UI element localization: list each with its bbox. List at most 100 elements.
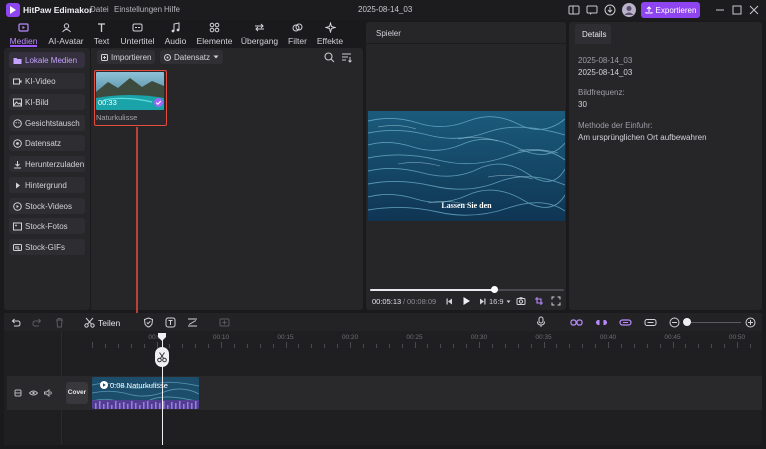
- download-icon[interactable]: [604, 4, 616, 16]
- close-icon[interactable]: [748, 4, 760, 16]
- tab-media[interactable]: Medien: [10, 22, 37, 46]
- ruler-tick: [324, 344, 326, 348]
- fullscreen-icon[interactable]: [551, 296, 561, 306]
- minimize-icon[interactable]: [714, 4, 726, 16]
- maximize-icon[interactable]: [731, 4, 743, 16]
- timeline-clip[interactable]: 0:08 Naturkulisse: [92, 377, 199, 409]
- sidebar-item-local-media[interactable]: Lokale Medien: [9, 52, 85, 68]
- snap-icon[interactable]: [619, 317, 632, 328]
- crop-icon[interactable]: [534, 296, 544, 306]
- split-button[interactable]: Teilen: [84, 317, 120, 328]
- sidebar-item-stock-photos[interactable]: Stock-Fotos: [9, 218, 85, 234]
- sidebar-item-stock-gifs[interactable]: Stock-GIFs: [9, 239, 85, 255]
- player-divider: [366, 43, 566, 44]
- photo-icon: [13, 222, 22, 230]
- export-button[interactable]: Exportieren: [641, 2, 700, 18]
- sidebar-item-label: Hintergrund: [25, 180, 67, 190]
- ruler-tick: [298, 344, 300, 348]
- zoom-slider-knob[interactable]: [683, 318, 691, 326]
- zoom-slider-track[interactable]: [685, 322, 741, 323]
- feedback-icon[interactable]: [586, 4, 598, 16]
- tab-audio[interactable]: Audio: [164, 22, 187, 46]
- menu-help[interactable]: Hilfe: [164, 5, 180, 14]
- media-clip-card[interactable]: 00:33 Naturkulisse: [94, 70, 167, 126]
- ruler-tick: [530, 344, 532, 348]
- sidebar-item-face-swap[interactable]: Gesichtstausch: [9, 115, 85, 131]
- ruler-label: 00:50: [728, 334, 746, 341]
- ruler-label: 00:15: [277, 334, 294, 341]
- zoom-in-icon[interactable]: [745, 317, 756, 328]
- sidebar-item-background[interactable]: Hintergrund: [9, 177, 85, 193]
- previous-frame-icon[interactable]: [445, 297, 454, 306]
- sidebar-item-label: Lokale Medien: [25, 55, 78, 65]
- aspect-ratio-dropdown[interactable]: 16:9: [489, 297, 511, 306]
- tab-transition[interactable]: Übergang: [241, 22, 278, 46]
- cover-button[interactable]: Cover: [66, 382, 88, 404]
- ruler-tick: [104, 344, 106, 348]
- tab-label: AI-Avatar: [48, 36, 84, 46]
- track-audio-icon[interactable]: [44, 389, 53, 397]
- playback-progress-track[interactable]: [370, 289, 564, 291]
- details-name-value: 2025-08-14_03: [578, 68, 633, 77]
- sidebar-item-downloads[interactable]: Herunterzuladen: [9, 156, 85, 172]
- sidebar-item-ai-video[interactable]: KI-Video: [9, 73, 85, 89]
- ruler-tick: [569, 344, 571, 348]
- fit-timeline-icon[interactable]: [644, 317, 657, 328]
- ruler-tick: [117, 344, 119, 348]
- playback-scrubber[interactable]: [490, 286, 498, 293]
- next-frame-icon[interactable]: [478, 297, 487, 306]
- ruler-tick: [233, 344, 235, 348]
- play-icon[interactable]: [461, 296, 471, 306]
- import-button[interactable]: Importieren: [97, 50, 156, 64]
- dataset-dropdown[interactable]: Datensatz: [160, 50, 224, 64]
- sidebar-item-stock-videos[interactable]: Stock-Videos: [9, 198, 85, 214]
- track-visibility-icon[interactable]: [29, 389, 38, 397]
- import-label: Importieren: [111, 52, 152, 62]
- layout-icon[interactable]: [568, 4, 580, 16]
- delete-icon[interactable]: [54, 317, 65, 328]
- snapshot-icon[interactable]: [516, 296, 526, 306]
- microphone-icon[interactable]: [535, 316, 547, 328]
- magnet-icon[interactable]: [595, 317, 608, 328]
- menu-file[interactable]: Datei: [90, 5, 109, 14]
- tab-ai-avatar[interactable]: AI-Avatar: [47, 22, 85, 46]
- title-bar: HitPaw Edimakor Datei Einstellungen Hilf…: [0, 0, 766, 20]
- search-icon[interactable]: [324, 52, 335, 63]
- tab-subtitles[interactable]: Untertitel: [119, 22, 156, 46]
- avatar[interactable]: [622, 3, 636, 17]
- avatar-icon: [61, 23, 71, 33]
- ruler-tick: [130, 344, 132, 348]
- tab-text[interactable]: Text: [92, 22, 111, 46]
- redo-icon[interactable]: [32, 317, 43, 328]
- image-icon: [13, 98, 22, 106]
- playback-progress-fill: [370, 289, 495, 291]
- playhead-split-button[interactable]: [155, 347, 169, 367]
- sidebar-item-ai-image[interactable]: KI-Bild: [9, 94, 85, 110]
- sidebar-item-dataset[interactable]: Datensatz: [9, 135, 85, 151]
- undo-icon[interactable]: [10, 317, 21, 328]
- zoom-out-icon[interactable]: [669, 317, 680, 328]
- timeline-ruler[interactable]: 00:05 00:10 00:15 00:20 00:25 00:30 00:35 00:40…: [92, 331, 762, 349]
- track-lock-icon[interactable]: [14, 389, 22, 397]
- effects-icon: [324, 22, 336, 33]
- playhead-handle[interactable]: [158, 333, 166, 341]
- ruler-tick: [479, 342, 480, 348]
- dataset-dropdown-label: Datensatz: [174, 52, 211, 62]
- ruler-tick: [608, 342, 609, 348]
- tab-filter[interactable]: Filter: [287, 22, 308, 46]
- details-tab[interactable]: Details: [575, 24, 611, 44]
- tab-elements[interactable]: Elemente: [196, 22, 233, 46]
- shield-icon[interactable]: [143, 317, 154, 328]
- video-preview[interactable]: Lassen Sie den: [368, 111, 565, 221]
- tab-effects[interactable]: Effekte: [317, 22, 343, 46]
- text-box-icon[interactable]: [165, 317, 176, 328]
- check-icon: [154, 98, 163, 107]
- dataset-icon: [164, 53, 171, 61]
- tab-label: Elemente: [196, 36, 233, 46]
- menu-settings[interactable]: Einstellungen: [114, 5, 162, 14]
- add-marker-icon[interactable]: [219, 317, 230, 328]
- link-icon[interactable]: [570, 317, 583, 328]
- sort-icon[interactable]: [341, 52, 352, 63]
- gif-icon: [13, 243, 22, 251]
- auto-cut-icon[interactable]: [187, 317, 198, 328]
